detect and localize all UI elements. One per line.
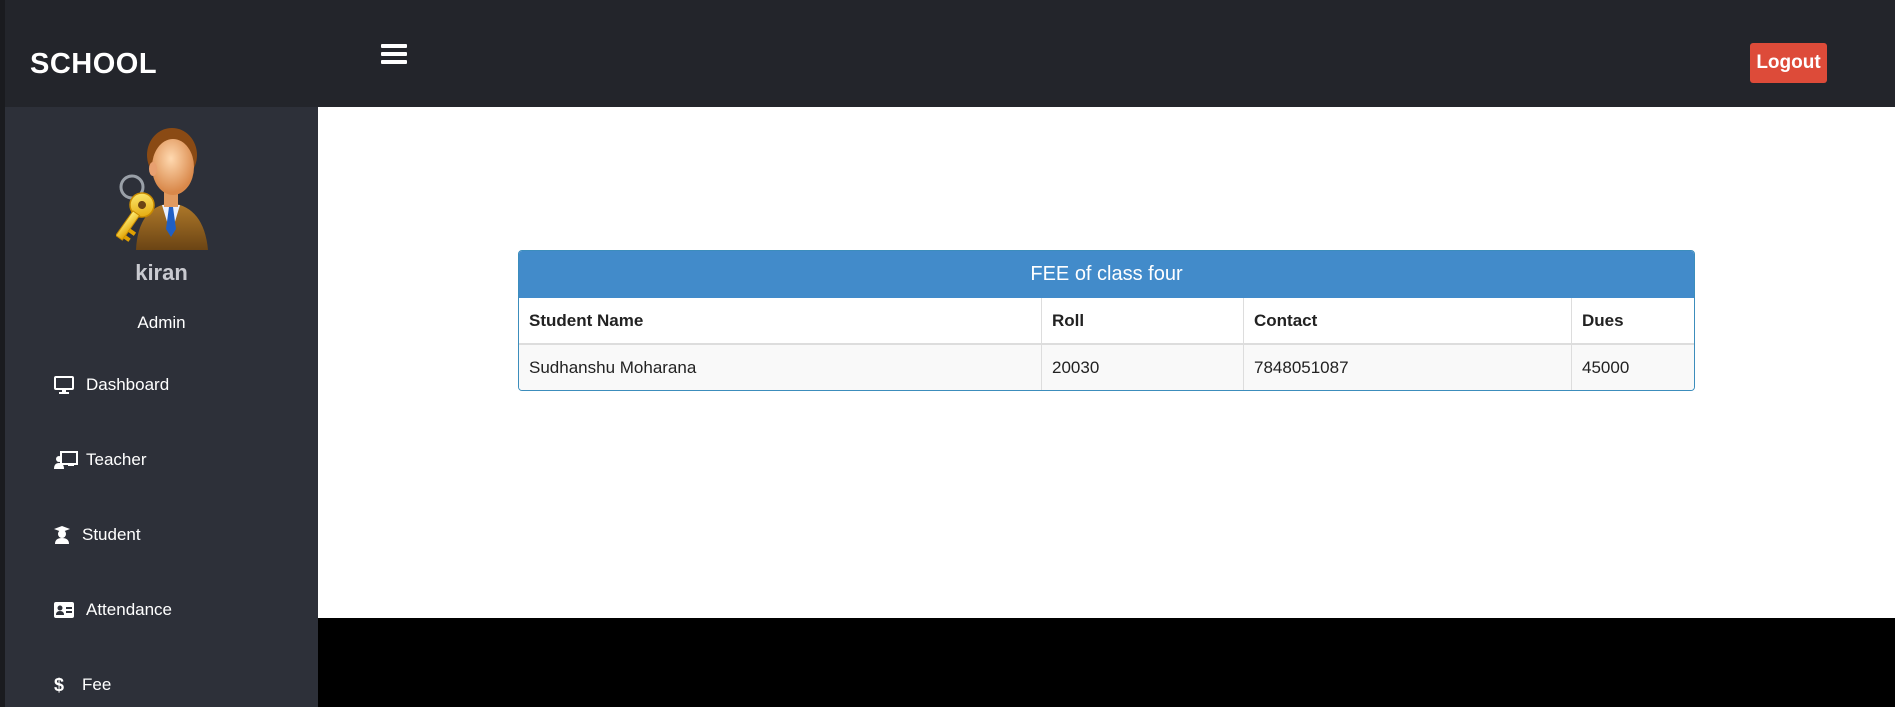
cell-contact: 7848051087 [1243, 344, 1572, 390]
sidebar-item-label: Dashboard [86, 375, 170, 394]
id-card-icon [54, 600, 78, 620]
sidebar-item-label: Fee [82, 675, 112, 694]
sidebar-item-attendance[interactable]: Attendance [54, 595, 172, 625]
menu-toggle-icon[interactable] [381, 44, 407, 68]
main-content: FEE of class four Student Name Roll Cont… [318, 107, 1895, 618]
table-row: Sudhanshu Moharana 20030 7848051087 4500… [519, 344, 1694, 390]
cell-student-name: Sudhanshu Moharana [519, 344, 1042, 390]
sidebar: kiran Admin Dashboard Teacher Student At… [5, 107, 318, 707]
desktop-icon [54, 375, 78, 395]
chalkboard-teacher-icon [54, 450, 78, 470]
user-name: kiran [135, 260, 188, 285]
sidebar-item-label: Attendance [86, 600, 173, 619]
table-header-row: Student Name Roll Contact Dues [519, 298, 1694, 344]
column-header-dues: Dues [1582, 310, 1624, 330]
user-role: Admin [137, 313, 186, 332]
sidebar-item-label: Student [82, 525, 141, 544]
sidebar-item-teacher[interactable]: Teacher [54, 445, 146, 475]
cell-dues: 45000 [1582, 357, 1630, 377]
logout-button[interactable]: Logout [1750, 43, 1827, 83]
dollar-icon: $ [54, 674, 65, 695]
column-header-contact: Contact [1243, 298, 1572, 344]
sidebar-item-fee[interactable]: $ Fee [54, 670, 111, 700]
sidebar-item-student[interactable]: Student [54, 520, 141, 550]
sidebar-item-label: Teacher [86, 450, 147, 469]
column-header-student-name: Student Name [519, 298, 1042, 344]
column-header-roll: Roll [1041, 298, 1244, 344]
fee-panel: FEE of class four Student Name Roll Cont… [518, 250, 1695, 391]
panel-title: FEE of class four [519, 251, 1694, 298]
user-graduate-icon [54, 525, 74, 545]
brand-logo[interactable]: SCHOOL [30, 48, 157, 81]
fee-table: Student Name Roll Contact Dues Sudhanshu… [519, 298, 1694, 390]
top-navbar: SCHOOL Logout [5, 0, 1895, 107]
cell-roll: 20030 [1041, 344, 1244, 390]
sidebar-item-dashboard[interactable]: Dashboard [54, 370, 169, 400]
admin-avatar [115, 125, 216, 250]
